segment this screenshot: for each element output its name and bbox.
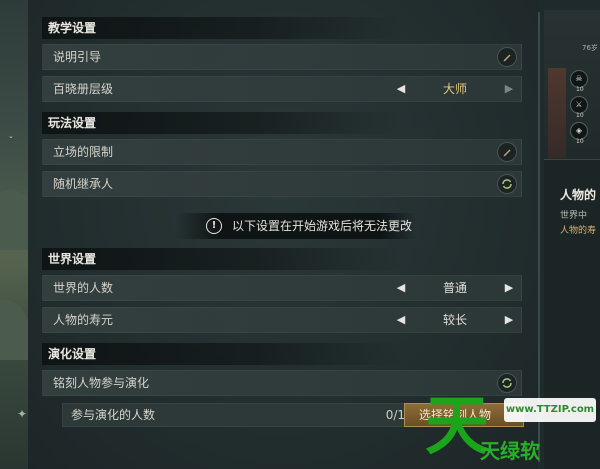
setting-label: 随机继承人 — [53, 177, 114, 191]
setting-row-lifespan[interactable]: 人物的寿元 ◀ 较长 ▶ — [42, 307, 522, 333]
setting-label: 百晓册层级 — [53, 82, 114, 96]
setting-row-stance-limit[interactable]: 立场的限制 — [42, 139, 522, 165]
description-line: 世界中 — [560, 211, 588, 221]
level-selector[interactable]: ◀ 大师 ▶ — [393, 77, 517, 101]
selected-value: 较长 — [442, 313, 467, 327]
chevron-left-icon[interactable]: ◀ — [393, 77, 409, 101]
chevron-left-icon[interactable]: ◀ — [393, 276, 409, 300]
edit-button[interactable] — [497, 142, 517, 162]
section-title-evolution: 演化设置 — [42, 343, 522, 365]
setting-label: 说明引导 — [53, 50, 102, 64]
stat-value: 10 — [576, 138, 584, 145]
stat-value: 10 — [576, 112, 584, 119]
chevron-right-icon[interactable]: ▶ — [501, 276, 517, 300]
character-title: 人物的 — [560, 188, 597, 202]
count-label: 参与演化的人数 — [71, 408, 156, 422]
setting-row-guide[interactable]: 说明引导 — [42, 44, 522, 70]
panel-divider — [538, 12, 540, 462]
setting-label: 人物的寿元 — [53, 313, 114, 327]
highlight-line: 人物的寿 — [560, 226, 597, 236]
character-portrait — [548, 68, 566, 158]
watermark-text: 天绿软 — [480, 439, 540, 463]
toggle-button[interactable] — [497, 373, 517, 393]
mountain-shape — [0, 300, 28, 360]
population-selector[interactable]: ◀ 普通 ▶ — [393, 276, 517, 300]
setting-row-world-population[interactable]: 世界的人数 ◀ 普通 ▶ — [42, 275, 522, 301]
selected-value: 大师 — [442, 82, 467, 96]
watermark-url: www.TTZIP.com — [504, 398, 596, 422]
left-scenery: ⌄ — [0, 0, 28, 469]
lifespan-selector[interactable]: ◀ 较长 ▶ — [393, 308, 517, 332]
stat-value: 10 — [576, 86, 584, 93]
selected-value: 普通 — [442, 281, 467, 295]
setting-row-random-heir[interactable]: 随机继承人 — [42, 171, 522, 197]
chevron-right-icon[interactable]: ▶ — [501, 308, 517, 332]
evolution-count-row: 参与演化的人数 0/1 — [62, 403, 412, 427]
pencil-icon — [503, 54, 511, 62]
count-value: 0/1 — [385, 408, 405, 422]
setting-label: 立场的限制 — [53, 145, 114, 159]
toggle-button[interactable] — [497, 174, 517, 194]
setting-label: 铭刻人物参与演化 — [53, 376, 150, 390]
edit-button[interactable] — [497, 47, 517, 67]
cycle-icon — [502, 179, 512, 189]
exclamation-icon: ! — [206, 218, 222, 234]
pencil-icon — [503, 149, 511, 157]
section-title-gameplay: 玩法设置 — [42, 112, 522, 134]
chevron-left-icon[interactable]: ◀ — [393, 308, 409, 332]
cycle-icon — [502, 378, 512, 388]
sparkle-icon: ✦ — [17, 407, 28, 421]
notice-text: 以下设置在开始游戏后将无法更改 — [232, 219, 413, 233]
lock-notice: ! 以下设置在开始游戏后将无法更改 — [176, 213, 416, 239]
setting-label: 世界的人数 — [53, 281, 114, 295]
character-card: 76岁 ☠ 10 ⚔ 10 ◈ 10 — [544, 10, 600, 160]
section-title-world: 世界设置 — [42, 248, 522, 270]
setting-row-codex-level[interactable]: 百晓册层级 ◀ 大师 ▶ — [42, 76, 522, 102]
chevron-right-icon[interactable]: ▶ — [501, 77, 517, 101]
section-title-tutorial: 教学设置 — [42, 17, 522, 39]
age-text: 76岁 — [582, 44, 598, 52]
mountain-shape — [0, 190, 28, 250]
bird-icon: ⌄ — [8, 132, 14, 140]
